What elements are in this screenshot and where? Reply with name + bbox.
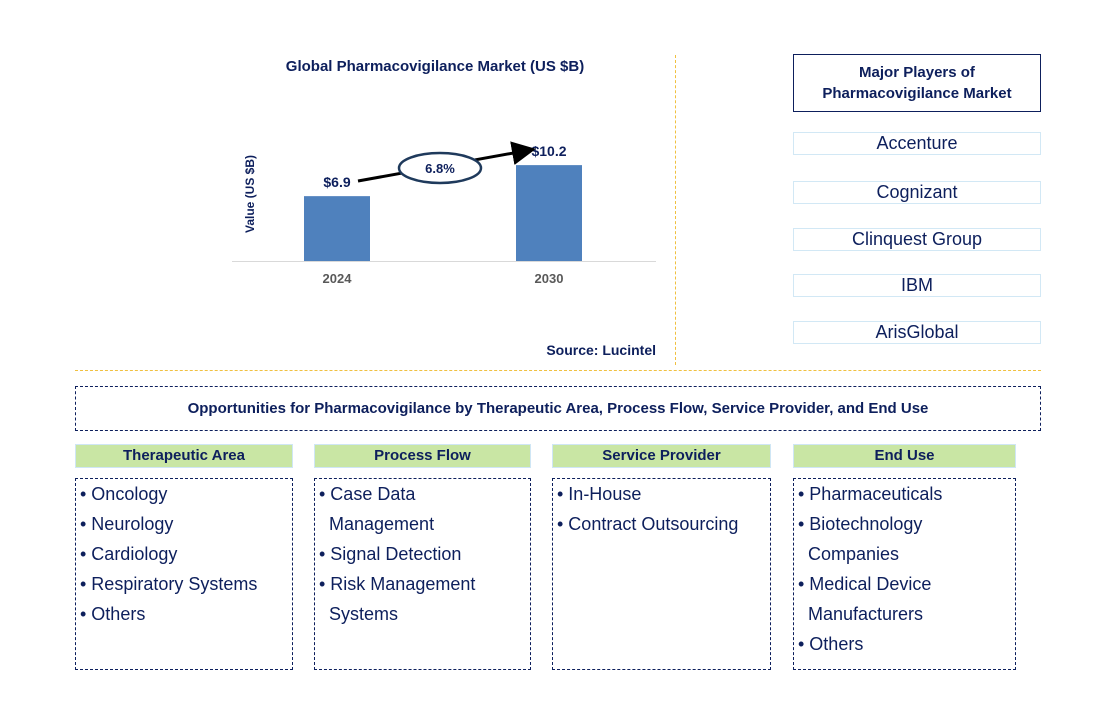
column-header: End Use xyxy=(793,444,1016,468)
opportunities-title: Opportunities for Pharmacovigilance by T… xyxy=(75,386,1041,431)
players-header: Major Players of Pharmacovigilance Marke… xyxy=(793,54,1041,112)
vertical-divider xyxy=(675,55,676,365)
data-label: $10.2 xyxy=(531,143,566,159)
x-tick-label: 2024 xyxy=(323,271,353,286)
player-item: ArisGlobal xyxy=(793,321,1041,344)
list-item: Companies xyxy=(808,544,900,564)
list-item: Management xyxy=(329,514,435,534)
list-item: • In-House xyxy=(557,484,642,504)
source-label: Source: Lucintel xyxy=(546,342,656,358)
column-list: • Case Data Management • Signal Detection •… xyxy=(314,478,531,670)
list-item: • Neurology xyxy=(80,514,174,534)
list-item: • Contract Outsourcing xyxy=(557,514,739,534)
list-item: Systems xyxy=(329,604,399,624)
bar-2024 xyxy=(304,196,370,261)
list-item: Manufacturers xyxy=(808,604,924,624)
infographic: Global Pharmacovigilance Market (US $B) … xyxy=(0,0,1106,713)
list-item: • Cardiology xyxy=(80,544,178,564)
player-item: IBM xyxy=(793,274,1041,297)
column-list: • Oncology • Neurology • Cardiology • Respi… xyxy=(75,478,293,670)
column-header: Service Provider xyxy=(552,444,771,468)
list-item: • Risk Management xyxy=(319,574,476,594)
cagr-label: 6.8% xyxy=(425,161,455,176)
column-list: • In-House • Contract Outsourcing xyxy=(552,478,771,670)
column-header: Therapeutic Area xyxy=(75,444,293,468)
list-item: • Respiratory Systems xyxy=(80,574,258,594)
list-item: • Others xyxy=(798,634,864,654)
list-item: • Oncology xyxy=(80,484,168,504)
list-item: • Others xyxy=(80,604,146,624)
horizontal-divider xyxy=(75,370,1041,371)
player-item: Cognizant xyxy=(793,181,1041,204)
x-tick-label: 2030 xyxy=(535,271,564,286)
bar-chart: 2024 $6.9 2030 $10.2 6.8% xyxy=(232,141,656,286)
data-label: $6.9 xyxy=(323,174,350,190)
bar-2030 xyxy=(516,165,582,261)
list-item: • Medical Device xyxy=(798,574,932,594)
list-item: • Signal Detection xyxy=(319,544,462,564)
player-item: Clinquest Group xyxy=(793,228,1041,251)
list-item: • Case Data xyxy=(319,484,416,504)
list-item: • Pharmaceuticals xyxy=(798,484,943,504)
column-header: Process Flow xyxy=(314,444,531,468)
list-item: • Biotechnology xyxy=(798,514,923,534)
column-list: • Pharmaceuticals • Biotechnology Companie… xyxy=(793,478,1016,670)
player-item: Accenture xyxy=(793,132,1041,155)
